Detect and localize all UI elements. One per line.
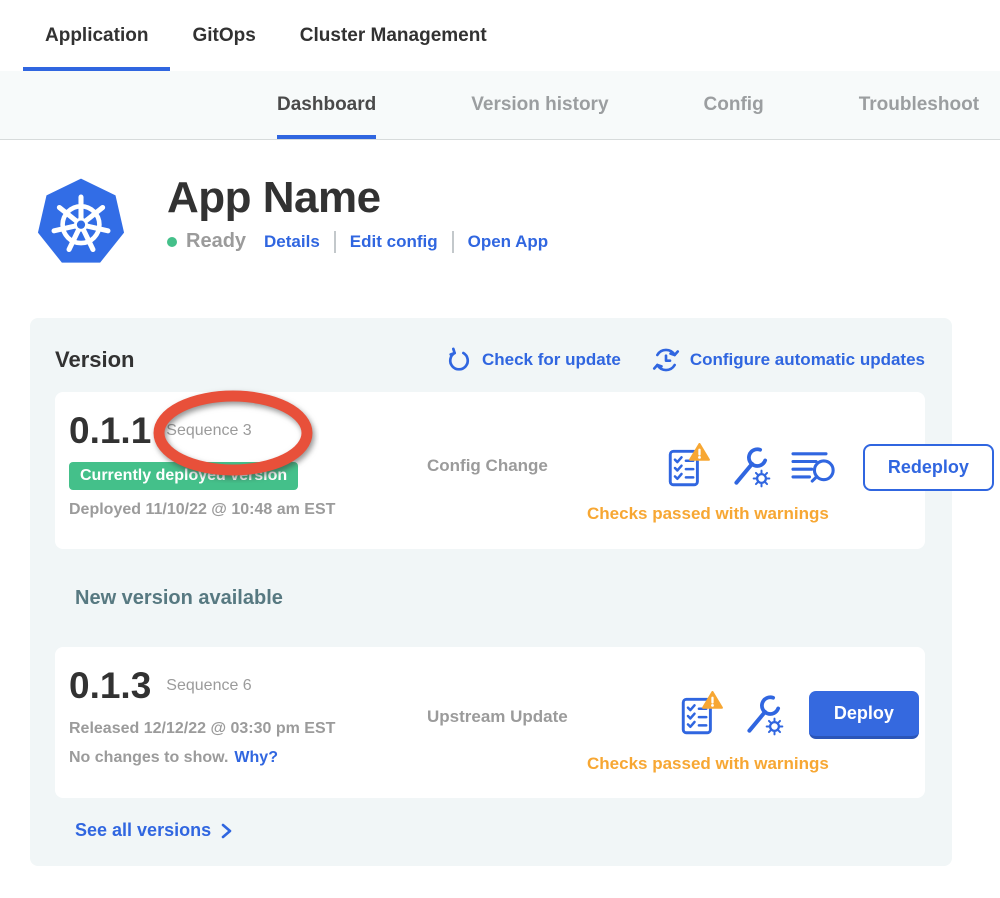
check-for-update-label: Check for update: [482, 350, 621, 370]
open-app-link[interactable]: Open App: [468, 232, 549, 252]
status-text: Ready: [186, 230, 246, 253]
tab-version-history[interactable]: Version history: [471, 71, 608, 139]
sequence-label: Sequence 6: [166, 677, 251, 695]
version-number: 0.1.3: [69, 667, 151, 704]
see-all-versions-link[interactable]: See all versions: [75, 820, 925, 841]
version-source-label: Config Change: [427, 456, 587, 476]
see-all-versions-label: See all versions: [75, 820, 211, 841]
checks-warning-text: Checks passed with warnings: [587, 504, 829, 524]
nav-item-application[interactable]: Application: [45, 0, 148, 71]
details-link[interactable]: Details: [264, 232, 320, 252]
released-timestamp: Released 12/12/22 @ 03:30 pm EST: [69, 720, 427, 738]
deployed-badge: Currently deployed version: [69, 462, 298, 490]
available-version-card: 0.1.3 Sequence 6 Released 12/12/22 @ 03:…: [55, 647, 925, 798]
check-for-update-link[interactable]: Check for update: [445, 346, 621, 374]
kubernetes-logo: [35, 174, 127, 268]
tab-troubleshoot[interactable]: Troubleshoot: [859, 71, 979, 139]
refresh-icon: [445, 346, 473, 374]
new-version-heading: New version available: [75, 587, 925, 611]
configure-automatic-updates-label: Configure automatic updates: [690, 350, 925, 370]
checks-warning-text: Checks passed with warnings: [587, 754, 829, 774]
edit-config-link[interactable]: Edit config: [350, 232, 438, 252]
wrench-gear-icon[interactable]: [740, 692, 786, 738]
redeploy-button[interactable]: Redeploy: [863, 444, 994, 491]
wrench-gear-icon[interactable]: [727, 444, 773, 490]
app-header: App Name Ready Details Edit config Open …: [35, 174, 1000, 268]
configure-automatic-updates-link[interactable]: Configure automatic updates: [651, 345, 925, 375]
preflight-checks-icon[interactable]: [677, 691, 725, 739]
version-source-label: Upstream Update: [427, 707, 587, 727]
deployed-timestamp: Deployed 11/10/22 @ 10:48 am EST: [69, 501, 427, 519]
why-link[interactable]: Why?: [234, 749, 278, 766]
tab-dashboard[interactable]: Dashboard: [277, 71, 376, 139]
panel-title: Version: [55, 347, 134, 373]
page-title: App Name: [167, 176, 548, 220]
sequence-label: Sequence 3: [166, 422, 251, 440]
separator: [334, 231, 336, 253]
deployed-version-card: 0.1.1 Sequence 3 Currently deployed vers…: [55, 392, 925, 549]
nav-item-gitops[interactable]: GitOps: [192, 0, 255, 71]
nav-item-cluster-management[interactable]: Cluster Management: [300, 0, 487, 71]
diff-search-icon[interactable]: [788, 445, 842, 489]
version-panel: Version Check for update Configure autom…: [30, 318, 952, 866]
clock-sync-icon: [651, 345, 681, 375]
separator: [452, 231, 454, 253]
deploy-button[interactable]: Deploy: [809, 691, 919, 739]
no-changes-text: No changes to show.: [69, 749, 228, 766]
app-tabs: Dashboard Version history Config Trouble…: [0, 71, 1000, 140]
tab-config[interactable]: Config: [704, 71, 764, 139]
version-number: 0.1.1: [69, 412, 151, 449]
primary-nav: Application GitOps Cluster Management: [0, 0, 1000, 71]
chevron-right-icon: [220, 822, 234, 840]
status-dot: [167, 237, 177, 247]
preflight-checks-icon[interactable]: [664, 443, 712, 491]
